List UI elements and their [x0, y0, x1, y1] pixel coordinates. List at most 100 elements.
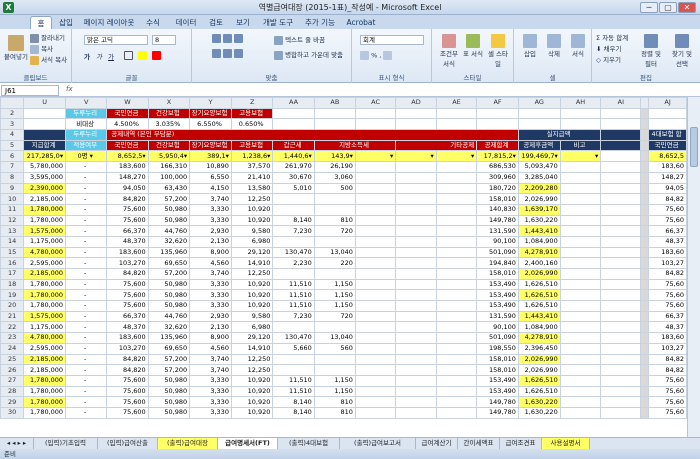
cell-income-tax[interactable]: [272, 235, 315, 248]
cell-income-tax[interactable]: 5,660: [272, 342, 315, 355]
cell-applied[interactable]: -: [65, 246, 108, 259]
column-header[interactable]: AC: [354, 97, 397, 109]
cell[interactable]: [435, 246, 478, 259]
cell-deduction-total[interactable]: 153,490: [476, 278, 519, 291]
cell[interactable]: [435, 310, 478, 323]
cell[interactable]: 건강보험: [147, 107, 191, 120]
cell[interactable]: [354, 193, 397, 205]
cell-longterm-care[interactable]: 2,130: [189, 321, 232, 334]
tab-view[interactable]: 보기: [232, 16, 254, 29]
cell[interactable]: [600, 353, 642, 366]
cell[interactable]: [395, 396, 437, 408]
cell-employment-ins[interactable]: 12,250: [230, 268, 274, 280]
cell-pension-copy[interactable]: 84,82: [648, 268, 687, 280]
cell-deduction-total[interactable]: 149,780: [476, 214, 519, 227]
cell[interactable]: [600, 268, 642, 280]
tab-acrobat[interactable]: Acrobat: [344, 16, 378, 29]
cell[interactable]: [559, 289, 602, 302]
column-header[interactable]: V: [65, 97, 108, 109]
deductions-header[interactable]: 공제내역 (본인 부담분): [106, 129, 519, 141]
cell-employment-ins[interactable]: 12,250: [230, 353, 274, 366]
cell[interactable]: [354, 257, 397, 269]
cell[interactable]: [559, 182, 602, 195]
cell-local-tax[interactable]: 26,190: [313, 161, 356, 173]
cell[interactable]: [600, 332, 642, 344]
cell-health[interactable]: 57,200: [147, 364, 191, 376]
cell-pension-copy[interactable]: 94,05: [648, 182, 687, 195]
cell[interactable]: [395, 235, 437, 248]
cell[interactable]: [600, 235, 642, 248]
cell-pay-total[interactable]: 1,780,000: [23, 300, 67, 312]
cell-pension-copy[interactable]: 148,27: [648, 171, 687, 184]
cell-employment-ins[interactable]: 29,120: [230, 246, 274, 259]
cell-employment-ins[interactable]: 10,920: [230, 203, 274, 216]
row-header[interactable]: 9: [0, 182, 25, 195]
cell-pension[interactable]: 84,820: [106, 268, 149, 280]
cell-net-pay[interactable]: 1,630,220: [517, 396, 561, 408]
cell-health[interactable]: 135,960: [147, 246, 191, 259]
cell[interactable]: [517, 107, 561, 120]
filter-cell[interactable]: 5,950,4▾: [147, 150, 191, 163]
row-header[interactable]: 11: [0, 203, 25, 216]
cell-deduction-total[interactable]: 686,530: [476, 161, 519, 173]
cell[interactable]: [559, 118, 602, 131]
cell-health[interactable]: 32,620: [147, 321, 191, 334]
cell-health[interactable]: 166,310: [147, 161, 191, 173]
cell-longterm-care[interactable]: 3,740: [189, 364, 232, 376]
cell[interactable]: [354, 171, 397, 184]
cell[interactable]: [600, 161, 642, 173]
cell[interactable]: [354, 203, 397, 216]
cell-pension-copy[interactable]: 66,37: [648, 225, 687, 237]
cell[interactable]: [600, 289, 642, 302]
column-header[interactable]: AJ: [648, 97, 687, 109]
cell-income-tax[interactable]: 11,510: [272, 289, 315, 302]
cell-pay-total[interactable]: 2,595,000: [23, 257, 67, 269]
cell-local-tax[interactable]: 810: [313, 214, 356, 227]
cell-local-tax[interactable]: [313, 364, 356, 376]
cell[interactable]: [354, 235, 397, 248]
cell[interactable]: 비고: [559, 139, 602, 152]
cell-longterm-care[interactable]: 3,740: [189, 193, 232, 205]
cell-employment-ins[interactable]: 10,920: [230, 406, 274, 419]
cell-deduction-total[interactable]: 153,490: [476, 289, 519, 302]
format-painter-button[interactable]: 서식 복사: [30, 54, 67, 65]
column-header[interactable]: AH: [559, 97, 602, 109]
column-header[interactable]: AB: [313, 97, 356, 109]
cell-health[interactable]: 100,000: [147, 171, 191, 184]
cell-health[interactable]: 32,620: [147, 235, 191, 248]
cell-income-tax[interactable]: 5,010: [272, 182, 315, 195]
tab-addins[interactable]: 추가 기능: [302, 16, 338, 29]
row-header[interactable]: 14: [0, 235, 25, 248]
column-header[interactable]: AG: [517, 97, 561, 109]
cell[interactable]: [354, 161, 397, 173]
cell[interactable]: [559, 278, 602, 291]
cell-net-pay[interactable]: 2,396,450: [517, 342, 561, 355]
cell[interactable]: [559, 171, 602, 184]
cell[interactable]: 공제합계: [476, 139, 519, 152]
cell[interactable]: [395, 406, 437, 419]
cell-longterm-care[interactable]: 3,740: [189, 353, 232, 366]
cell-pay-total[interactable]: 3,595,000: [23, 171, 67, 184]
cell-longterm-care[interactable]: 6,550: [189, 171, 232, 184]
cell[interactable]: [395, 171, 437, 184]
cell-deduction-total[interactable]: 501,090: [476, 332, 519, 344]
cell-deduction-total[interactable]: 153,490: [476, 300, 519, 312]
cell-pay-total[interactable]: 1,780,000: [23, 396, 67, 408]
cell[interactable]: [600, 406, 642, 419]
cell[interactable]: [600, 150, 642, 163]
cell-applied[interactable]: -: [65, 396, 108, 408]
cell[interactable]: [395, 289, 437, 302]
cell-pay-total[interactable]: 5,780,000: [23, 161, 67, 173]
fx-icon[interactable]: fx: [66, 85, 73, 93]
cell-health[interactable]: 135,960: [147, 332, 191, 344]
name-box[interactable]: J61: [1, 85, 59, 96]
cell-pay-total[interactable]: 1,175,000: [23, 321, 67, 334]
cell-pay-total[interactable]: 2,185,000: [23, 353, 67, 366]
cell-longterm-care[interactable]: 3,330: [189, 214, 232, 227]
cell-local-tax[interactable]: 1,150: [313, 289, 356, 302]
align-top-buttons[interactable]: [212, 34, 244, 43]
cell[interactable]: 장기요양보험: [189, 139, 232, 152]
row-header[interactable]: 5: [0, 139, 25, 152]
cell-net-pay[interactable]: 1,626,510: [517, 278, 561, 291]
cell-pay-total[interactable]: 4,780,000: [23, 246, 67, 259]
